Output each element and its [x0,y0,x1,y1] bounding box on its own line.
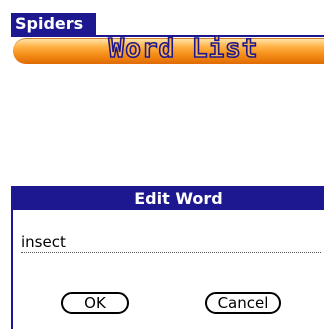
dialog-title: Edit Word [13,188,324,210]
banner-title: Word List [108,34,259,64]
word-list-area[interactable] [11,64,324,184]
word-list-banner: Word List [13,34,324,64]
app-title[interactable]: Spiders [11,13,96,35]
cancel-button[interactable]: Cancel [205,292,281,314]
word-input[interactable]: insect [21,233,321,253]
edit-word-dialog: Edit Word insect OK Cancel [11,186,324,329]
ok-button[interactable]: OK [61,292,129,314]
